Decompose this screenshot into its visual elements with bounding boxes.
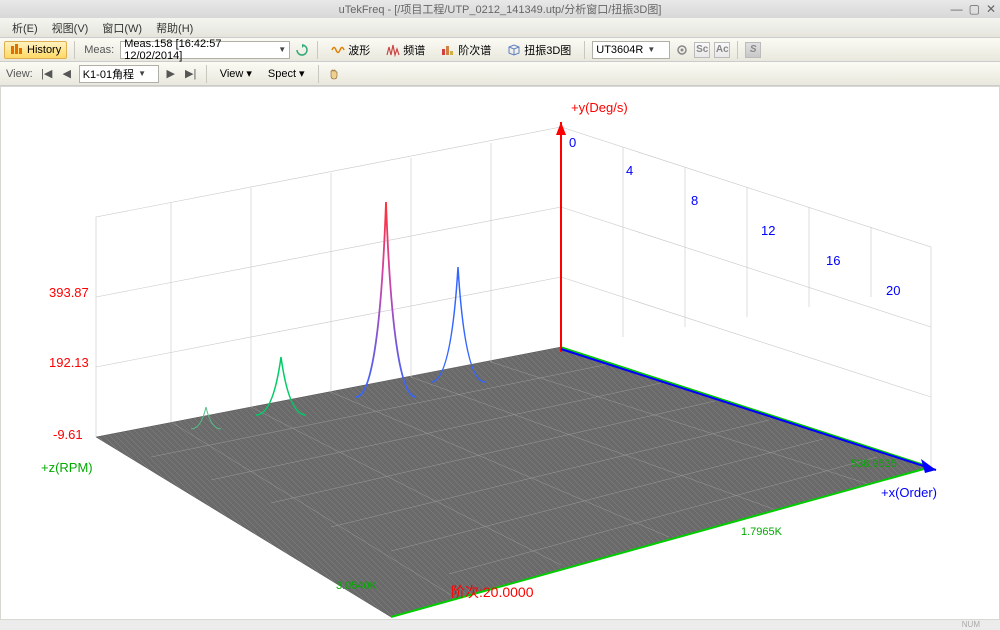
- bars-icon: [441, 43, 455, 57]
- app-title: uTekFreq - [/项目工程/UTP_0212_141349.utp/分析…: [339, 1, 662, 17]
- meas-label: Meas:: [82, 44, 116, 56]
- svg-text:192.13: 192.13: [49, 355, 89, 370]
- torsion-3d-button[interactable]: 扭振3D图: [501, 41, 577, 59]
- refresh-icon: [296, 44, 308, 56]
- svg-text:12: 12: [761, 223, 775, 238]
- spectrum-icon: [386, 43, 400, 57]
- spectrum-button[interactable]: 频谱: [380, 41, 431, 59]
- view-label: View:: [4, 68, 35, 80]
- svg-text:阶次:20.0000: 阶次:20.0000: [451, 584, 534, 600]
- plot-3d-area[interactable]: +y(Deg/s) +x(Order) +z(RPM) 0 4 8 12 16 …: [0, 86, 1000, 620]
- y-axis-arrow: [556, 122, 566, 135]
- floor-plane: [96, 347, 931, 617]
- toolbar-secondary: View: |◀ ◀ K1-01角程▼ ▶ ▶| View▾ Spect▾: [0, 62, 1000, 86]
- spect-menu-button[interactable]: Spect▾: [262, 65, 311, 83]
- svg-text:393.87: 393.87: [49, 285, 89, 300]
- nav-prev[interactable]: ◀: [59, 66, 75, 82]
- menu-window[interactable]: 窗口(W): [96, 18, 148, 38]
- svg-text:1.7965K: 1.7965K: [741, 526, 783, 538]
- nav-first[interactable]: |◀: [39, 66, 55, 82]
- status-num: NUM: [962, 620, 980, 629]
- gear-icon: [676, 44, 688, 56]
- ac-button[interactable]: Ac: [714, 42, 730, 58]
- menu-bar: 析(E) 视图(V) 窗口(W) 帮助(H): [0, 18, 1000, 38]
- svg-text:20: 20: [886, 283, 900, 298]
- title-bar: uTekFreq - [/项目工程/UTP_0212_141349.utp/分析…: [0, 0, 1000, 18]
- wave-icon: [331, 43, 345, 57]
- svg-text:+x(Order): +x(Order): [881, 485, 937, 500]
- meas-dropdown[interactable]: Meas.158 [16:42:57 12/02/2014]▼: [120, 41, 290, 59]
- pan-tool[interactable]: [326, 66, 342, 82]
- window-controls: — ▢ ✕: [951, 2, 996, 16]
- svg-text:4: 4: [626, 163, 633, 178]
- svg-text:538.9535: 538.9535: [851, 458, 897, 470]
- waveform-button[interactable]: 波形: [325, 41, 376, 59]
- svg-text:8: 8: [691, 193, 698, 208]
- separator: [737, 41, 738, 59]
- settings-button[interactable]: [674, 42, 690, 58]
- menu-analysis[interactable]: 析(E): [6, 18, 44, 38]
- status-bar: NUM: [0, 620, 1000, 630]
- nav-next[interactable]: ▶: [163, 66, 179, 82]
- menu-help[interactable]: 帮助(H): [150, 18, 199, 38]
- hand-icon: [328, 68, 340, 80]
- separator: [318, 65, 319, 83]
- history-button[interactable]: History: [4, 41, 67, 59]
- menu-view[interactable]: 视图(V): [46, 18, 95, 38]
- toolbar-primary: History Meas: Meas.158 [16:42:57 12/02/2…: [0, 38, 1000, 62]
- svg-text:+z(RPM): +z(RPM): [41, 460, 93, 475]
- chevron-down-icon: ▼: [138, 69, 146, 78]
- refresh-button[interactable]: [294, 42, 310, 58]
- sc-button[interactable]: Sc: [694, 42, 710, 58]
- device-dropdown[interactable]: UT3604R▼: [592, 41, 670, 59]
- separator: [317, 41, 318, 59]
- 3d-icon: [507, 43, 521, 57]
- close-button[interactable]: ✕: [986, 2, 996, 16]
- separator: [206, 65, 207, 83]
- x-axis-arrow: [921, 459, 936, 473]
- minimize-button[interactable]: —: [951, 2, 963, 16]
- chevron-down-icon: ▼: [647, 45, 655, 54]
- svg-text:3.0540K: 3.0540K: [336, 580, 378, 592]
- order-spectrum-button[interactable]: 阶次谱: [435, 41, 497, 59]
- view-menu-button[interactable]: View▾: [214, 65, 258, 83]
- svg-text:+y(Deg/s): +y(Deg/s): [571, 100, 628, 115]
- channel-dropdown[interactable]: K1-01角程▼: [79, 65, 159, 83]
- s-button[interactable]: S: [745, 42, 761, 58]
- svg-text:0: 0: [569, 135, 576, 150]
- chevron-down-icon: ▼: [278, 45, 286, 54]
- separator: [74, 41, 75, 59]
- svg-text:16: 16: [826, 253, 840, 268]
- history-icon: [10, 43, 24, 57]
- nav-last[interactable]: ▶|: [183, 66, 199, 82]
- maximize-button[interactable]: ▢: [969, 2, 980, 16]
- svg-text:-9.61: -9.61: [53, 427, 83, 442]
- separator: [584, 41, 585, 59]
